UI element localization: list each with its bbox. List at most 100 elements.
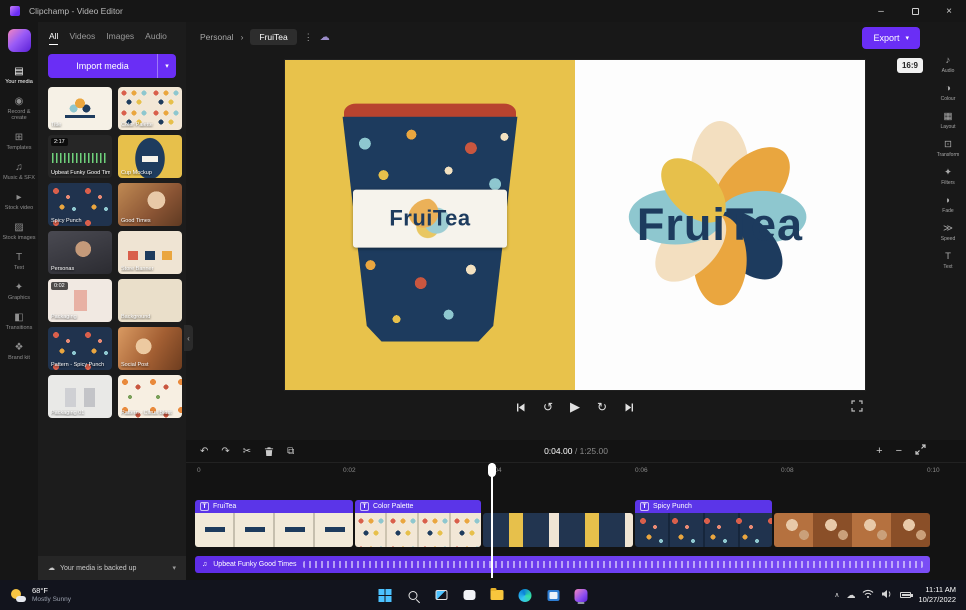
audio-waveform <box>303 561 923 568</box>
backup-collapse-chevron-icon[interactable]: ▾ <box>172 564 176 572</box>
media-item-pattern-citrus-blast[interactable]: Pattern - Citrus Blast <box>118 375 182 418</box>
task-view-button[interactable] <box>433 587 450 604</box>
sidebar-item-transitions[interactable]: ◧ Transitions <box>0 307 38 337</box>
clipchamp-logo[interactable] <box>8 29 31 52</box>
backup-status-text: Your media is backed up <box>60 565 136 572</box>
media-item-cup-mockup[interactable]: Cup Mockup <box>118 135 182 178</box>
media-item-color-palette[interactable]: Color Palette <box>118 87 182 130</box>
colour-icon: ◑ <box>945 84 951 94</box>
redo-button[interactable]: ↷ <box>221 446 229 457</box>
split-scissors-button[interactable]: ✂ <box>243 446 251 457</box>
timeline-clip-segment[interactable] <box>774 513 930 547</box>
rail-item-transform[interactable]: ⊡ Transform <box>937 140 960 158</box>
fullscreen-button[interactable] <box>851 400 863 412</box>
search-button[interactable] <box>405 587 422 604</box>
timeline-clip-fruitea[interactable]: T FruiTea <box>195 500 353 547</box>
tab-all[interactable]: All <box>49 31 58 45</box>
rail-item-speed[interactable]: ≫ Speed <box>941 224 955 242</box>
maximize-button[interactable] <box>898 0 932 22</box>
minimize-button[interactable]: – <box>864 0 898 22</box>
rail-item-text[interactable]: T Text <box>943 252 952 270</box>
sidebar-item-record-create[interactable]: ◉ Record & create <box>0 91 38 127</box>
timeline-ruler[interactable]: 0 0:02 0:04 0:06 0:08 0:10 <box>186 463 966 478</box>
media-item-upbeat-funky[interactable]: 2:17 Upbeat Funky Good Tim... <box>48 135 112 178</box>
rail-item-label: Audio <box>942 68 955 74</box>
sidebar-item-stock-video[interactable]: ▸ Stock video <box>0 187 38 217</box>
sidebar-item-brand-kit[interactable]: ❖ Brand kit <box>0 337 38 367</box>
sidebar-item-label: Templates <box>6 145 31 151</box>
playhead-handle[interactable] <box>488 463 496 477</box>
sidebar-item-templates[interactable]: ⊞ Templates <box>0 127 38 157</box>
media-item-title[interactable]: Title <box>48 87 112 130</box>
sidebar-item-your-media[interactable]: ▤ Your media <box>0 61 38 91</box>
onedrive-cloud-icon[interactable]: ☁ <box>846 590 855 601</box>
titlebar: Clipchamp - Video Editor – × <box>0 0 966 22</box>
rail-item-audio[interactable]: ♪ Audio <box>942 56 955 74</box>
timeline-audio-clip[interactable]: ♫ Upbeat Funky Good Times <box>195 556 930 573</box>
export-button[interactable]: Export ▾ <box>862 27 920 49</box>
tray-expand-chevron-icon[interactable]: ∧ <box>834 591 839 599</box>
weather-text: 68°F Mostly Sunny <box>32 586 71 604</box>
battery-icon[interactable] <box>900 592 911 598</box>
undo-button[interactable]: ↶ <box>200 446 208 457</box>
duplicate-button[interactable]: ⧉ <box>287 446 294 457</box>
breadcrumb-root[interactable]: Personal <box>200 32 234 42</box>
file-explorer-button[interactable] <box>489 587 506 604</box>
wifi-icon[interactable] <box>862 586 874 604</box>
close-button[interactable]: × <box>932 0 966 22</box>
rewind-button[interactable]: ↺ <box>543 401 553 413</box>
rail-item-colour[interactable]: ◑ Colour <box>941 84 956 102</box>
store-button[interactable] <box>545 587 562 604</box>
panel-collapse-handle[interactable]: ‹ <box>184 325 193 351</box>
import-media-label[interactable]: Import media <box>48 54 157 78</box>
skip-to-start-button[interactable] <box>515 402 526 413</box>
media-item-spicy-punch[interactable]: Spicy Punch <box>48 183 112 226</box>
aspect-ratio-badge[interactable]: 16:9 <box>897 58 923 73</box>
tab-images[interactable]: Images <box>106 31 134 45</box>
taskbar-clock[interactable]: 11:11 AM 10/27/2022 <box>918 585 956 605</box>
chat-button[interactable] <box>461 587 478 604</box>
skip-to-end-button[interactable] <box>624 402 635 413</box>
edge-button[interactable] <box>517 587 534 604</box>
media-item-social-post[interactable]: Social Post <box>118 327 182 370</box>
zoom-in-button[interactable]: + <box>876 445 882 457</box>
start-button[interactable] <box>377 587 394 604</box>
media-item-pattern-spicy-punch[interactable]: Pattern - Spicy Punch <box>48 327 112 370</box>
media-item-name: Social Post <box>121 362 180 368</box>
clipchamp-taskbar-button[interactable] <box>573 587 590 604</box>
rail-item-fade[interactable]: ◗ Fade <box>942 196 953 214</box>
sidebar-item-label: Text <box>14 265 24 271</box>
timeline-clip-segment[interactable] <box>483 513 633 547</box>
fast-forward-button[interactable]: ↻ <box>597 401 607 413</box>
tab-videos[interactable]: Videos <box>69 31 95 45</box>
playhead[interactable] <box>491 463 493 578</box>
timeline-clip-color-palette[interactable]: T Color Palette <box>355 500 481 547</box>
import-media-dropdown[interactable]: ▾ <box>157 54 176 78</box>
delete-button[interactable] <box>264 446 274 457</box>
media-item-packaging-01[interactable]: Packaging 01 <box>48 375 112 418</box>
volume-icon[interactable] <box>881 586 893 604</box>
rail-item-filters[interactable]: ✦ Filters <box>941 168 955 186</box>
media-item-background[interactable]: Background <box>118 279 182 322</box>
media-item-personas[interactable]: Personas <box>48 231 112 274</box>
media-item-packaging[interactable]: 0:02 Packaging <box>48 279 112 322</box>
video-preview-canvas[interactable]: FruiTea FruiTea <box>285 60 865 390</box>
zoom-fit-button[interactable] <box>915 444 926 458</box>
project-menu-kebab-icon[interactable]: ⋮ <box>304 32 313 43</box>
weather-widget[interactable]: 68°F Mostly Sunny <box>0 586 82 604</box>
timecode-display: 0:04.00 / 1:25.00 <box>544 446 608 456</box>
zoom-out-button[interactable]: − <box>896 445 902 457</box>
play-button[interactable]: ▶ <box>570 401 580 413</box>
sidebar-item-text[interactable]: T Text <box>0 247 38 277</box>
tab-audio[interactable]: Audio <box>145 31 167 45</box>
rail-item-layout[interactable]: ▦ Layout <box>940 112 955 130</box>
sidebar-item-graphics[interactable]: ✦ Graphics <box>0 277 38 307</box>
media-item-store-banner[interactable]: Store Banner <box>118 231 182 274</box>
sidebar-item-music-sfx[interactable]: ♫ Music & SFX <box>0 157 38 187</box>
project-title[interactable]: FruiTea <box>250 29 296 45</box>
sidebar-item-stock-images[interactable]: ▨ Stock images <box>0 217 38 247</box>
import-media-button[interactable]: Import media ▾ <box>48 54 176 78</box>
timeline-zoom-tools: + − <box>876 444 952 458</box>
timeline-clip-spicy-punch[interactable]: T Spicy Punch <box>635 500 772 547</box>
media-item-good-times[interactable]: Good Times <box>118 183 182 226</box>
